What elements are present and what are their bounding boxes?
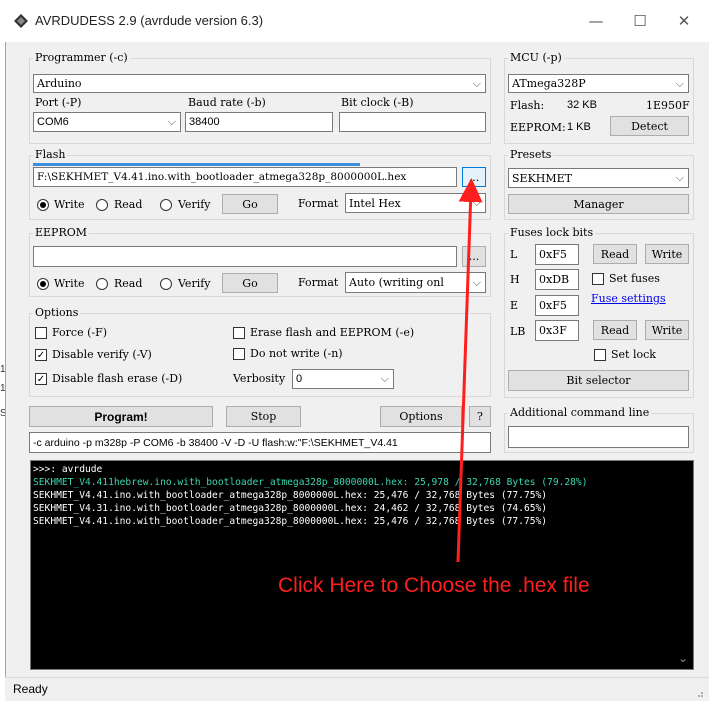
annotation-text: Click Here to Choose the .hex file	[278, 574, 590, 597]
status-text: Ready	[13, 682, 48, 696]
status-bar	[5, 677, 709, 701]
resize-grip-icon[interactable]	[694, 688, 704, 698]
